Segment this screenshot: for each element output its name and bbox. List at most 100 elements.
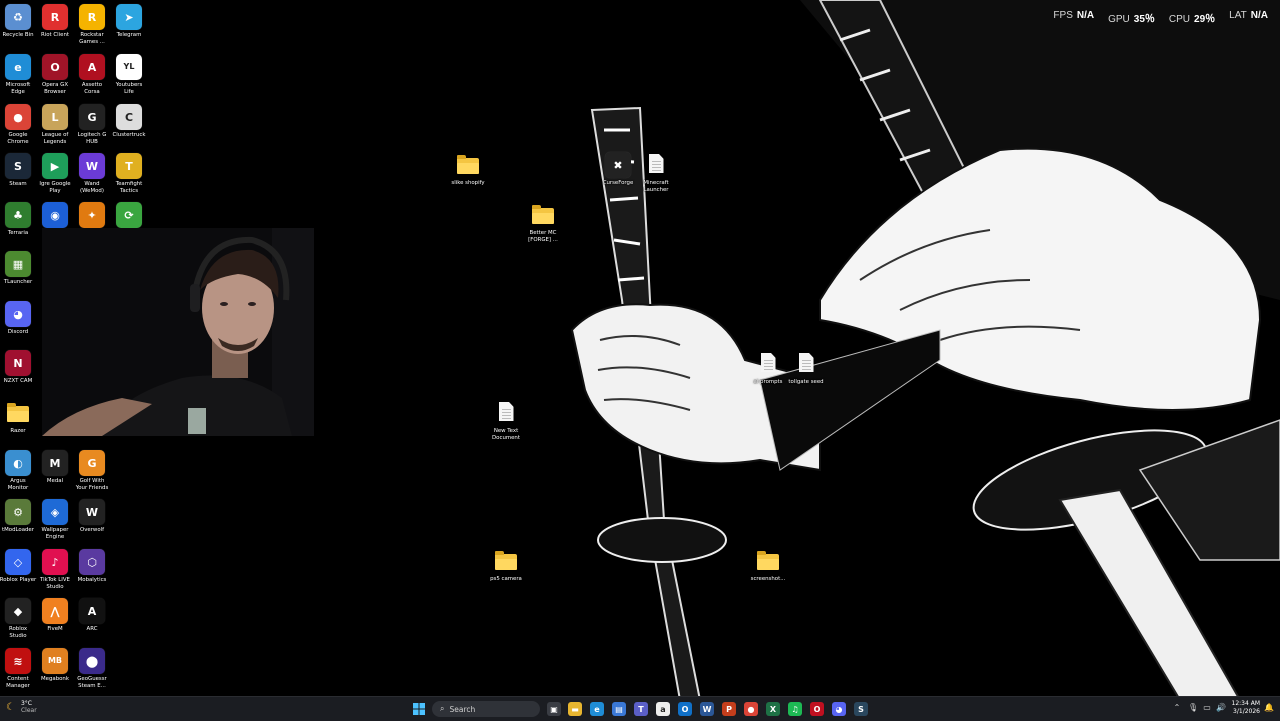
desktop-shortcut-roblox-studio[interactable]: ◆ Roblox Studio <box>0 598 37 640</box>
excel-icon[interactable]: X <box>766 702 780 716</box>
desktop-shortcut-megabonk[interactable]: MB Megabonk <box>36 648 74 683</box>
desktop-shortcut-youtubers-life[interactable]: YL Youtubers Life <box>110 54 148 96</box>
desktop-shortcut-google-play[interactable]: ▶ Igre Google Play <box>36 153 74 195</box>
desktop-shortcut-razer-folder[interactable]: Razer <box>0 400 37 435</box>
desktop-shortcut-recycle-bin[interactable]: ♻ Recycle Bin <box>0 4 37 39</box>
desktop-shortcut-folder[interactable]: ps5 camera <box>487 548 525 583</box>
network-icon[interactable]: ▭ <box>1202 703 1212 713</box>
desktop-shortcut-nzxt-cam[interactable]: N NZXT CAM <box>0 350 37 385</box>
amazon-icon[interactable]: a <box>656 702 670 716</box>
desktop-shortcut-clustertruck[interactable]: C Clustertruck <box>110 104 148 139</box>
lat-value: N/A <box>1250 10 1268 21</box>
notification-bell-icon[interactable]: 🔔 <box>1264 703 1274 713</box>
desktop-shortcut-wallpaper-engine[interactable]: ◈ Wallpaper Engine <box>36 499 74 541</box>
desktop-shortcut-tmodloader[interactable]: ⚙ tModLoader <box>0 499 37 534</box>
desktop-shortcut-tft[interactable]: T Teamfight Tactics <box>110 153 148 195</box>
teams-icon[interactable]: T <box>634 702 648 716</box>
opera-taskbar-icon[interactable]: O <box>810 702 824 716</box>
powerpoint-icon[interactable]: P <box>722 702 736 716</box>
desktop-shortcut-tlauncher[interactable]: ▦ TLauncher <box>0 251 37 286</box>
google-play-icon: ▶ <box>42 153 68 179</box>
desktop-shortcut-assetto-corsa[interactable]: A Assetto Corsa <box>73 54 111 96</box>
weather-moon-icon: ☾ <box>6 701 15 713</box>
windows-logo-icon <box>413 703 425 715</box>
system-clock[interactable]: 12:34 AM 3/1/2026 <box>1232 700 1260 716</box>
clock-date: 3/1/2026 <box>1233 708 1260 715</box>
desktop-shortcut-document[interactable]: Minecraft Launcher <box>637 152 675 194</box>
desktop-shortcut-discord[interactable]: ◕ Discord <box>0 301 37 336</box>
lat-label: LAT <box>1229 10 1247 21</box>
desktop-shortcut-label: tollgate seed <box>788 379 824 385</box>
desktop-shortcut-folder[interactable]: Better MC [FORGE] ... <box>524 202 562 244</box>
desktop-shortcut-counter-strike[interactable]: ✦ <box>73 202 111 230</box>
terraria-icon: ♣ <box>5 202 31 228</box>
document-icon <box>760 353 776 372</box>
desktop-shortcut-wemod[interactable]: W Wand (WeMod) <box>73 153 111 195</box>
tft-icon: T <box>116 153 142 179</box>
desktop-shortcut-chrome[interactable]: ● Google Chrome <box>0 104 37 146</box>
desktop-shortcut-chat-app[interactable]: ◉ <box>36 202 74 230</box>
arc-icon: A <box>79 598 105 624</box>
desktop-shortcut-document[interactable]: ai prompts <box>749 351 787 386</box>
recycle-bin-icon: ♻ <box>5 4 31 30</box>
cpu-stat: CPU 29％ <box>1169 10 1215 25</box>
desktop-shortcut-folder[interactable]: screenshot... <box>749 548 787 583</box>
desktop-shortcut-content-manager[interactable]: ≋ Content Manager <box>0 648 37 690</box>
desktop-shortcut-golf[interactable]: G Golf With Your Friends <box>73 450 111 492</box>
spotify-icon[interactable]: ♫ <box>788 702 802 716</box>
desktop-shortcut-label: Terraria <box>7 230 29 236</box>
steam-icon: S <box>5 153 31 179</box>
file-explorer-icon[interactable]: ▬ <box>568 702 582 716</box>
desktop-shortcut-tiktok[interactable]: ♪ TikTok LIVE Studio <box>36 549 74 591</box>
desktop-shortcut-league[interactable]: L League of Legends <box>36 104 74 146</box>
discord-taskbar-icon[interactable]: ◕ <box>832 702 846 716</box>
desktop-shortcut-edge[interactable]: e Microsoft Edge <box>0 54 37 96</box>
desktop-shortcut-document[interactable]: New Text Document <box>487 400 525 442</box>
desktop-shortcut-logitech[interactable]: G Logitech G HUB <box>73 104 111 146</box>
desktop-shortcut-label: ps5 camera <box>490 576 522 582</box>
taskbar-search[interactable]: ⌕ Search <box>432 701 540 717</box>
task-view-icon[interactable]: ▣ <box>547 702 561 716</box>
fivem-icon: ⋀ <box>42 598 68 624</box>
start-button[interactable] <box>412 702 426 716</box>
edge-taskbar-icon[interactable]: e <box>590 702 604 716</box>
chevron-up-icon[interactable]: ⌃ <box>1172 703 1182 713</box>
chrome-taskbar-icon[interactable]: ● <box>744 702 758 716</box>
clustertruck-icon: C <box>116 104 142 130</box>
desktop-shortcut-fivem[interactable]: ⋀ FiveM <box>36 598 74 633</box>
microphone-icon[interactable]: 🎙 <box>1188 703 1198 713</box>
taskbar: ☾ 3°C Clear ⌕ Search ▣ ▬ e ▤ Ta O W P ● X ♫ O ◕ S ⌃ 🎙… <box>0 696 1280 721</box>
roblox-player-icon: ◇ <box>5 549 31 575</box>
desktop-shortcut-opera-gx[interactable]: O Opera GX Browser <box>36 54 74 96</box>
performance-overlay: FPS N/A GPU 35％ CPU 29％ LAT N/A <box>1053 10 1268 25</box>
chat-app-icon: ◉ <box>42 202 68 228</box>
desktop-shortcut-sync-app[interactable]: ⟳ <box>110 202 148 230</box>
weather-widget[interactable]: ☾ 3°C Clear <box>6 700 37 714</box>
desktop-shortcut-telegram[interactable]: ➤ Telegram <box>110 4 148 39</box>
desktop-shortcut-curseforge[interactable]: ✖ CurseForge <box>599 152 637 187</box>
desktop-shortcut-argus-monitor[interactable]: ◐ Argus Monitor <box>0 450 37 492</box>
volume-icon[interactable]: 🔊 <box>1216 703 1226 713</box>
desktop-shortcut-arc[interactable]: A ARC <box>73 598 111 633</box>
word-icon[interactable]: W <box>700 702 714 716</box>
desktop-shortcut-folder[interactable]: slike shopify <box>449 152 487 187</box>
desktop-shortcut-riot-client[interactable]: R Riot Client <box>36 4 74 39</box>
desktop-shortcut-geoguessr[interactable]: ⬤ GeoGuessr Steam E... <box>73 648 111 690</box>
search-placeholder: Search <box>449 704 476 714</box>
fps-value: N/A <box>1076 10 1095 21</box>
desktop-shortcut-terraria[interactable]: ♣ Terraria <box>0 202 37 237</box>
desktop-shortcut-mobalytics[interactable]: ⬡ Mobalytics <box>73 549 111 584</box>
store-icon[interactable]: ▤ <box>612 702 626 716</box>
desktop-shortcut-roblox-player[interactable]: ◇ Roblox Player <box>0 549 37 584</box>
webcam-feed <box>42 228 314 436</box>
desktop-shortcut-label: Mobalytics <box>77 577 107 583</box>
desktop-shortcut-steam[interactable]: S Steam <box>0 153 37 188</box>
desktop-shortcut-document[interactable]: tollgate seed <box>787 351 825 386</box>
outlook-icon[interactable]: O <box>678 702 692 716</box>
gpu-stat: GPU 35％ <box>1108 10 1155 25</box>
desktop-shortcut-medal[interactable]: M Medal <box>36 450 74 485</box>
desktop-shortcut-overwolf[interactable]: W Overwolf <box>73 499 111 534</box>
steam-taskbar-icon[interactable]: S <box>854 702 868 716</box>
counter-strike-icon: ✦ <box>79 202 105 228</box>
desktop-shortcut-rockstar[interactable]: R Rockstar Games ... <box>73 4 111 46</box>
